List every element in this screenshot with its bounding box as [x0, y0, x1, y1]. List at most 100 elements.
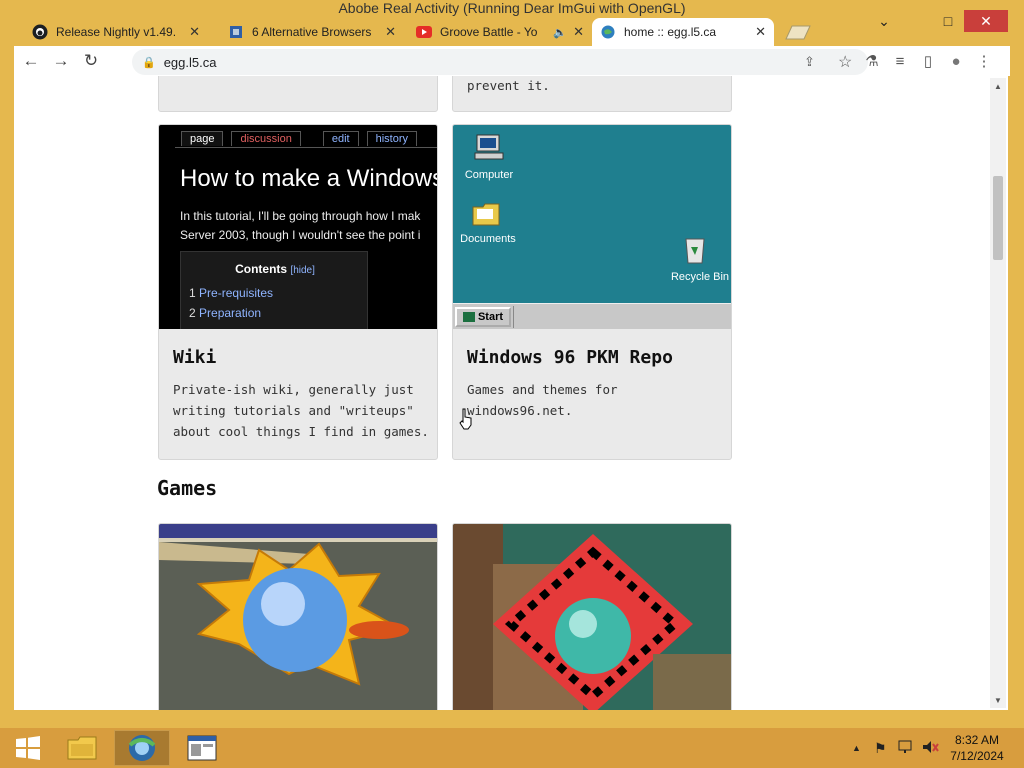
labs-button[interactable]: ⚗	[860, 49, 884, 73]
card-previous-left[interactable]	[158, 76, 438, 112]
reload-icon: ↻	[83, 51, 99, 70]
game-1-screenshot	[159, 524, 437, 710]
wiki-tab-discussion: discussion	[231, 131, 301, 146]
scroll-down-icon[interactable]: ▼	[994, 696, 1002, 705]
folder-icon	[67, 736, 97, 760]
side-panel-button[interactable]: ▯	[916, 49, 940, 73]
wiki-toc: Contents [hide] 1 Pre-requisites 2 Prepa…	[180, 251, 368, 329]
star-icon[interactable]: ☆	[838, 52, 852, 72]
wiki-intro-line: Server 2003, though I wouldn't see the p…	[180, 228, 421, 242]
desktop-icon-label: Documents	[460, 233, 516, 245]
computer-icon	[473, 133, 505, 163]
tab-youtube[interactable]: Groove Battle - Yo 🔈 ✕	[408, 18, 592, 46]
browser-icon	[128, 735, 156, 761]
lock-icon: 🔒	[142, 56, 156, 69]
tab-title: home :: egg.l5.ca	[624, 25, 717, 39]
page-viewport: prevent it. page discussion edit history…	[14, 76, 1008, 710]
media-icon: ≡	[895, 52, 905, 70]
media-button[interactable]: ≡	[888, 49, 912, 73]
clock-date: 7/12/2024	[950, 749, 1004, 763]
tab-github[interactable]: Release Nightly v1.49. ✕	[24, 18, 208, 46]
browser-window: Abobe Real Activity (Running Dear ImGui …	[0, 0, 1024, 728]
app-taskbar-button[interactable]	[174, 730, 230, 766]
card-windows96[interactable]: Computer Documents Recycle Bin Start Win…	[452, 124, 732, 460]
menu-button[interactable]: ⋮	[972, 49, 996, 73]
side-panel-icon: ▯	[923, 53, 933, 70]
menu-icon: ⋮	[976, 53, 992, 70]
card-game-1[interactable]	[158, 523, 438, 710]
toc-heading: Contents [hide]	[235, 262, 315, 276]
scroll-thumb[interactable]	[993, 176, 1003, 260]
tab-strip: Release Nightly v1.49. ✕ 6 Alternative B…	[14, 14, 1010, 46]
windows-taskbar: ▲ ⚑ 8:32 AM 7/12/2024	[0, 728, 1024, 768]
tab-close-icon[interactable]: ✕	[755, 24, 766, 40]
reload-button[interactable]: ↻	[78, 48, 104, 74]
page-icon	[228, 24, 244, 40]
card-description: Games and themes for windows96.net.	[467, 382, 618, 418]
network-icon[interactable]	[898, 740, 916, 754]
forward-button[interactable]: →	[48, 48, 74, 74]
wiki-tab-edit: edit	[322, 131, 359, 146]
system-clock[interactable]: 8:32 AM 7/12/2024	[942, 732, 1012, 764]
github-icon	[32, 24, 48, 40]
toc-item: 1 Pre-requisites	[189, 286, 274, 300]
desktop-icon-label: Computer	[464, 169, 514, 181]
back-button[interactable]: ←	[18, 48, 44, 74]
folder-icon	[471, 199, 503, 227]
address-bar[interactable]: 🔒 egg.l5.ca ⇪ ☆	[132, 49, 868, 75]
tab-title: Release Nightly v1.49.	[56, 25, 177, 39]
url-text: egg.l5.ca	[163, 54, 217, 70]
win96-screenshot: Computer Documents Recycle Bin Start	[453, 125, 731, 329]
wiki-tabs: page discussion edit history	[181, 131, 417, 146]
tray-expand-icon[interactable]: ▲	[852, 743, 861, 753]
page-scrollbar[interactable]: ▲ ▼	[990, 78, 1006, 708]
card-wiki[interactable]: page discussion edit history How to make…	[158, 124, 438, 460]
new-tab-button[interactable]	[784, 24, 812, 40]
tab-close-icon[interactable]: ✕	[385, 24, 396, 40]
volume-muted-icon[interactable]	[922, 740, 940, 754]
section-heading-games: Games	[157, 476, 218, 500]
card-game-2[interactable]	[452, 523, 732, 710]
tab-title: 6 Alternative Browsers	[252, 25, 372, 39]
card-title: Wiki	[173, 347, 217, 368]
game-2-screenshot	[453, 524, 731, 710]
labs-icon: ⚗	[865, 53, 879, 70]
tab-close-icon[interactable]: ✕	[573, 24, 584, 40]
action-center-flag-icon[interactable]: ⚑	[874, 740, 887, 757]
profile-button[interactable]: ●	[944, 49, 968, 73]
wiki-tab-history: history	[366, 131, 417, 146]
globe-icon	[600, 24, 616, 40]
desktop-icon-label: Recycle Bin	[670, 271, 730, 283]
toc-item: 2 Preparation	[189, 306, 262, 320]
profile-icon: ●	[951, 52, 961, 70]
wiki-intro-line: In this tutorial, I'll be going through …	[180, 209, 421, 223]
back-icon: ←	[22, 51, 40, 70]
tab-home-egg[interactable]: home :: egg.l5.ca ✕	[592, 18, 774, 46]
file-explorer-button[interactable]	[54, 730, 110, 766]
card-description: prevent it.	[467, 78, 550, 93]
tab-title: Groove Battle - Yo	[440, 25, 538, 39]
window-app-icon	[187, 735, 217, 761]
clock-time: 8:32 AM	[954, 733, 1000, 747]
scroll-up-icon[interactable]: ▲	[994, 82, 1002, 91]
card-title: Windows 96 PKM Repo	[467, 347, 673, 368]
start-button[interactable]	[0, 730, 56, 766]
browser-toolbar: ← → ↻ 🔒 egg.l5.ca ⇪ ☆ ⚗ ≡ ▯ ● ⋮	[14, 46, 1010, 76]
windows-logo-icon	[16, 736, 40, 760]
win96-start-button: Start	[455, 307, 511, 327]
hand-cursor-icon	[458, 408, 474, 430]
audio-icon[interactable]: 🔈	[553, 26, 567, 39]
recycle-bin-icon	[681, 235, 709, 265]
youtube-icon	[416, 24, 432, 40]
win96-taskbar: Start	[453, 303, 731, 329]
wiki-tab-page: page	[181, 131, 224, 146]
forward-icon: →	[52, 51, 70, 70]
wiki-screenshot: page discussion edit history How to make…	[159, 125, 437, 329]
browser-taskbar-button[interactable]	[114, 730, 170, 766]
tab-close-icon[interactable]: ✕	[189, 24, 200, 40]
card-description: Private-ish wiki, generally just writing…	[173, 382, 429, 439]
tab-alt-browsers[interactable]: 6 Alternative Browsers ✕	[220, 18, 404, 46]
card-previous-right[interactable]: prevent it.	[452, 76, 732, 112]
share-icon[interactable]: ⇪	[804, 54, 815, 70]
wiki-heading: How to make a Windows	[180, 165, 437, 192]
